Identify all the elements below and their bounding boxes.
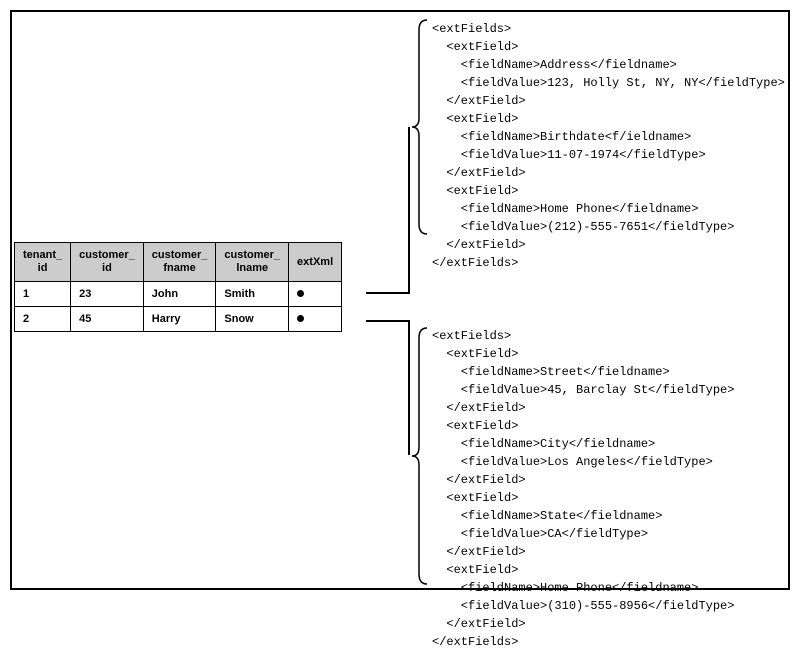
table-row: 1 23 John Smith — [15, 282, 342, 307]
xml-block-bottom: <extFields> <extField> <fieldName>Street… — [432, 327, 734, 651]
cell-customer-id: 45 — [71, 307, 144, 332]
cell-customer-id: 23 — [71, 282, 144, 307]
connector-line-1 — [366, 292, 410, 294]
col-header-customer-lname: customer_lname — [216, 243, 289, 282]
cell-tenant-id: 1 — [15, 282, 71, 307]
xml-block-top: <extFields> <extField> <fieldName>Addres… — [432, 20, 785, 272]
bracket-top — [410, 18, 430, 236]
cell-tenant-id: 2 — [15, 307, 71, 332]
col-header-customer-id: customer_id — [71, 243, 144, 282]
customer-table: tenant_id customer_id customer_fname cus… — [14, 242, 342, 332]
dot-icon — [297, 290, 304, 297]
table-row: 2 45 Harry Snow — [15, 307, 342, 332]
cell-customer-fname: John — [143, 282, 216, 307]
col-header-customer-fname: customer_fname — [143, 243, 216, 282]
col-header-extxml: extXml — [289, 243, 342, 282]
dot-icon — [297, 315, 304, 322]
col-header-tenant-id: tenant_id — [15, 243, 71, 282]
cell-customer-lname: Smith — [216, 282, 289, 307]
connector-line-2 — [366, 320, 410, 322]
diagram-frame: tenant_id customer_id customer_fname cus… — [10, 10, 790, 590]
cell-customer-fname: Harry — [143, 307, 216, 332]
bracket-bottom — [410, 326, 430, 586]
table-header-row: tenant_id customer_id customer_fname cus… — [15, 243, 342, 282]
cell-customer-lname: Snow — [216, 307, 289, 332]
cell-extxml-2 — [289, 307, 342, 332]
cell-extxml-1 — [289, 282, 342, 307]
